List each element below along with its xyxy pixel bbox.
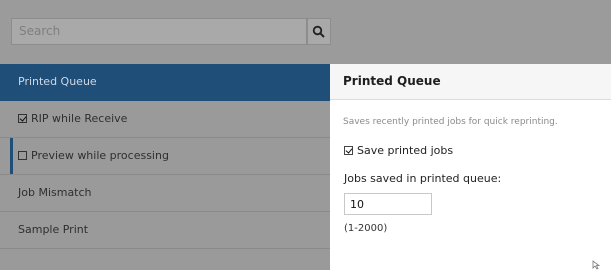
sidebar-item-label: Preview while processing [31,149,169,162]
save-printed-jobs-checkbox[interactable] [344,146,353,155]
top-bar: Search [0,0,611,64]
settings-panel: Printed Queue Saves recently printed job… [330,64,611,270]
mouse-cursor-icon [592,260,600,270]
sidebar-item-sample-print[interactable]: Sample Print [0,212,330,249]
sidebar-item-label: Printed Queue [18,75,97,88]
queue-size-label: Jobs saved in printed queue: [344,172,502,185]
sidebar-item-label: Sample Print [18,223,89,236]
sidebar-item-job-mismatch[interactable]: Job Mismatch [0,175,330,212]
sidebar-item-label: Job Mismatch [18,186,92,199]
save-printed-jobs-option[interactable]: Save printed jobs [344,144,453,157]
save-printed-jobs-label: Save printed jobs [357,144,454,157]
selection-marker [10,138,13,174]
search-input[interactable]: Search [11,18,307,45]
sidebar-item-printed-queue[interactable]: Printed Queue [0,64,330,101]
panel-description: Saves recently printed jobs for quick re… [343,117,558,127]
search-icon [312,25,325,38]
preview-while-processing-checkbox[interactable] [18,151,27,160]
rip-while-receive-checkbox[interactable] [18,114,27,123]
panel-title: Printed Queue [330,64,611,100]
queue-size-range-hint: (1-2000) [344,223,388,234]
sidebar-item-rip-while-receive[interactable]: RIP while Receive [0,101,330,138]
sidebar-item-label: RIP while Receive [31,112,128,125]
queue-size-input[interactable]: 10 [344,193,432,215]
sidebar-item-preview-while-processing[interactable]: Preview while processing [0,138,330,175]
settings-sidebar: Printed Queue RIP while Receive Preview … [0,64,330,270]
search-button[interactable] [307,18,331,45]
